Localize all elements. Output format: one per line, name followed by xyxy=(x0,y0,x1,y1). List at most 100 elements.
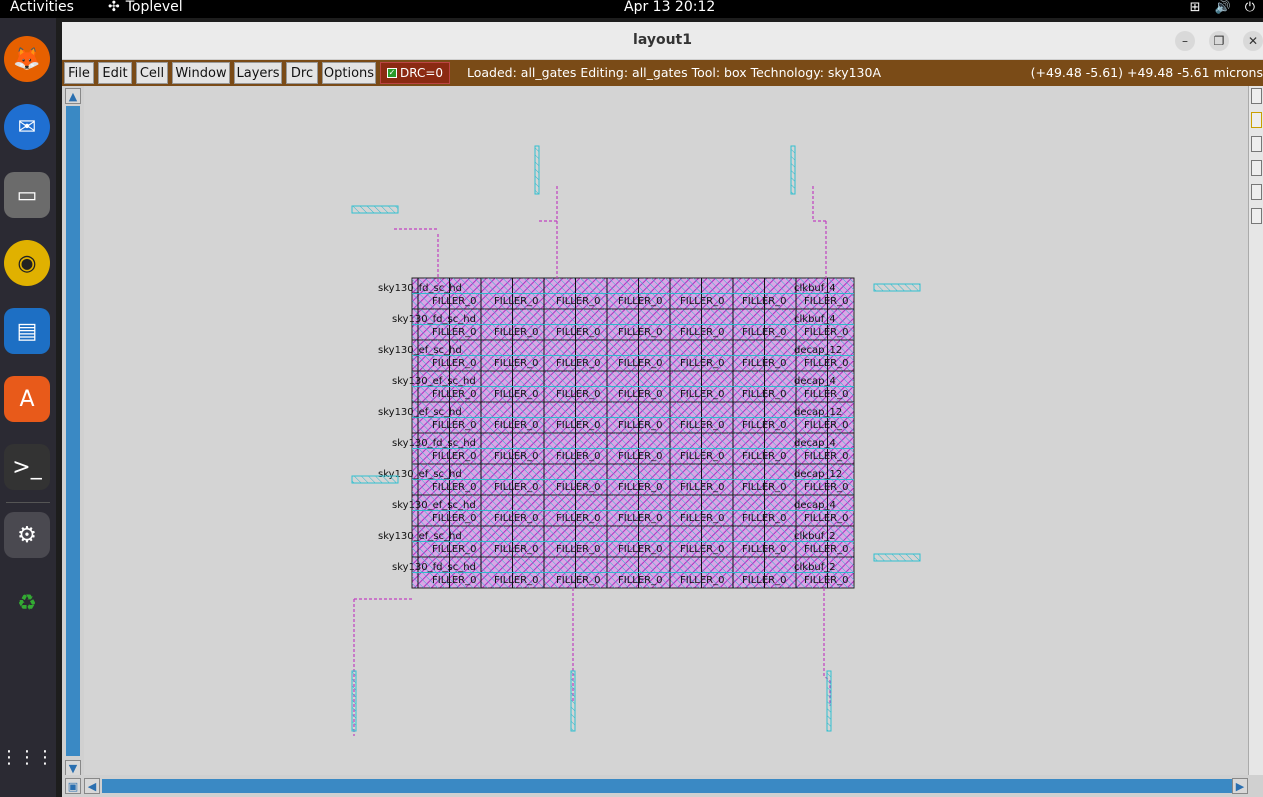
row-right-label: clkbuf_2 xyxy=(794,562,836,573)
filler-label: FILLER_0 xyxy=(494,358,538,369)
dock: 🦊 ✉ ▭ ◉ ▤ A >_ ⚙ ♻ ⋮⋮⋮ xyxy=(0,18,56,797)
palette-button[interactable] xyxy=(1251,88,1262,104)
filler-label: FILLER_0 xyxy=(680,420,724,431)
cell-row: sky130_fd_sc_hd decap_4 FILLER_0 FILLER_0 FI… xyxy=(392,432,855,465)
minimize-button[interactable]: – xyxy=(1175,31,1195,51)
network-icon: ⊞ xyxy=(1189,0,1201,15)
filler-label: FILLER_0 xyxy=(680,513,724,524)
menu-window[interactable]: Window xyxy=(172,62,230,84)
cell-row: sky130_ef_sc_hd decap_12FILLER_0 FILLER_0 F… xyxy=(378,463,855,496)
filler-label: FILLER_0 xyxy=(618,482,662,493)
filler-label: FILLER_0 xyxy=(742,389,786,400)
thunderbird-icon[interactable]: ✉ xyxy=(4,104,50,150)
io-pin xyxy=(826,670,832,732)
row-left-label: sky130_ef_sc_hd xyxy=(392,500,476,511)
maximize-button[interactable]: ❐ xyxy=(1209,31,1229,51)
io-pin xyxy=(790,145,796,195)
filler-label: FILLER_0 xyxy=(742,296,786,307)
filler-label: FILLER_0 xyxy=(494,575,538,586)
row-right-label: clkbuf_2 xyxy=(794,531,836,542)
row-right-label: decap_12 xyxy=(794,407,842,418)
row-left-label: sky130_fd_sc_hd xyxy=(378,283,462,294)
magic-window: layout1 – ❐ ✕ File Edit Cell Window Laye… xyxy=(62,22,1263,797)
layout-drawing[interactable]: sky130_fd_sc_hd clkbuf_4 FILLER_0 FILLER_0 F… xyxy=(84,86,1248,775)
palette-button[interactable] xyxy=(1251,184,1262,200)
files-icon[interactable]: ▭ xyxy=(4,172,50,218)
scroll-down-icon[interactable]: ▼ xyxy=(65,760,81,776)
filler-label: FILLER_0 xyxy=(742,575,786,586)
filler-label: FILLER_0 xyxy=(556,296,600,307)
routing-wire xyxy=(812,186,826,222)
menu-file[interactable]: File xyxy=(64,62,94,84)
horizontal-scrollbar[interactable]: ▣ ◀ ▶ xyxy=(62,775,1263,797)
system-top-bar: Activities ✣ Toplevel Apr 13 20:12 ⊞ 🔊 ⏻ xyxy=(0,0,1263,18)
cell-row: sky130_ef_sc_hd decap_4 FILLER_0 FILLER_0 FI… xyxy=(392,494,855,527)
menu-drc[interactable]: Drc xyxy=(286,62,318,84)
rhythmbox-icon[interactable]: ◉ xyxy=(4,240,50,286)
filler-label: FILLER_0 xyxy=(432,544,476,555)
filler-label: FILLER_0 xyxy=(804,296,848,307)
io-pin xyxy=(351,205,399,214)
filler-label: FILLER_0 xyxy=(494,420,538,431)
vertical-scrollbar[interactable]: ▲ ▼ xyxy=(62,86,84,781)
menu-cell[interactable]: Cell xyxy=(136,62,168,84)
app-center-icon[interactable]: A xyxy=(4,376,50,422)
io-pin xyxy=(534,145,540,195)
row-right-label: clkbuf_4 xyxy=(794,314,836,325)
layout-canvas[interactable]: sky130_fd_sc_hd clkbuf_4 FILLER_0 FILLER_0 F… xyxy=(84,86,1248,775)
filler-label: FILLER_0 xyxy=(680,296,724,307)
title-bar[interactable]: layout1 – ❐ ✕ xyxy=(62,22,1263,60)
drc-label: DRC=0 xyxy=(399,66,444,80)
activities-button[interactable]: Activities xyxy=(10,0,74,15)
checkmark-icon: ✓ xyxy=(386,68,397,78)
system-tray[interactable]: ⊞ 🔊 ⏻ xyxy=(1190,0,1255,15)
filler-label: FILLER_0 xyxy=(494,327,538,338)
horizontal-scroll-track[interactable] xyxy=(102,779,1232,793)
filler-label: FILLER_0 xyxy=(804,544,848,555)
row-left-label: sky130_ef_sc_hd xyxy=(378,345,462,356)
scroll-left-icon[interactable]: ◀ xyxy=(84,778,100,794)
io-pin xyxy=(351,475,399,484)
app-menu[interactable]: ✣ Toplevel xyxy=(108,0,183,15)
palette-button[interactable] xyxy=(1251,112,1262,128)
clock[interactable]: Apr 13 20:12 xyxy=(624,0,715,15)
filler-label: FILLER_0 xyxy=(804,327,848,338)
menu-options[interactable]: Options xyxy=(322,62,376,84)
filler-label: FILLER_0 xyxy=(618,389,662,400)
scroll-right-icon[interactable]: ▶ xyxy=(1232,778,1248,794)
row-right-label: decap_12 xyxy=(794,345,842,356)
show-apps-icon[interactable]: ⋮⋮⋮ xyxy=(0,734,54,780)
trash-icon[interactable]: ♻ xyxy=(4,580,50,626)
filler-label: FILLER_0 xyxy=(618,327,662,338)
row-left-label: sky130_fd_sc_hd xyxy=(392,438,476,449)
menu-edit[interactable]: Edit xyxy=(98,62,132,84)
writer-icon[interactable]: ▤ xyxy=(4,308,50,354)
scroll-up-icon[interactable]: ▲ xyxy=(65,88,81,104)
zoom-box-icon[interactable]: ▣ xyxy=(65,778,81,794)
filler-label: FILLER_0 xyxy=(618,296,662,307)
routing-wire xyxy=(538,186,558,222)
palette-button[interactable] xyxy=(1251,208,1262,224)
filler-label: FILLER_0 xyxy=(432,296,476,307)
terminal-icon[interactable]: >_ xyxy=(4,444,50,490)
status-text: Loaded: all_gates Editing: all_gates Too… xyxy=(467,65,882,80)
menu-layers[interactable]: Layers xyxy=(234,62,282,84)
palette-button[interactable] xyxy=(1251,160,1262,176)
io-pin xyxy=(873,283,921,292)
filler-label: FILLER_0 xyxy=(742,482,786,493)
row-left-label: sky130_fd_sc_hd xyxy=(392,562,476,573)
palette-button[interactable] xyxy=(1251,136,1262,152)
filler-label: FILLER_0 xyxy=(804,389,848,400)
firefox-icon[interactable]: 🦊 xyxy=(4,36,50,82)
filler-label: FILLER_0 xyxy=(556,575,600,586)
filler-label: FILLER_0 xyxy=(618,358,662,369)
filler-label: FILLER_0 xyxy=(804,451,848,462)
drc-indicator[interactable]: ✓ DRC=0 xyxy=(380,62,450,84)
vertical-scroll-track[interactable] xyxy=(66,106,80,756)
layer-palette[interactable] xyxy=(1248,86,1263,775)
settings-icon[interactable]: ⚙ xyxy=(4,512,50,558)
close-button[interactable]: ✕ xyxy=(1243,31,1263,51)
app-icon: ✣ xyxy=(108,0,120,15)
row-left-label: sky130_fd_sc_hd xyxy=(392,314,476,325)
filler-label: FILLER_0 xyxy=(432,389,476,400)
